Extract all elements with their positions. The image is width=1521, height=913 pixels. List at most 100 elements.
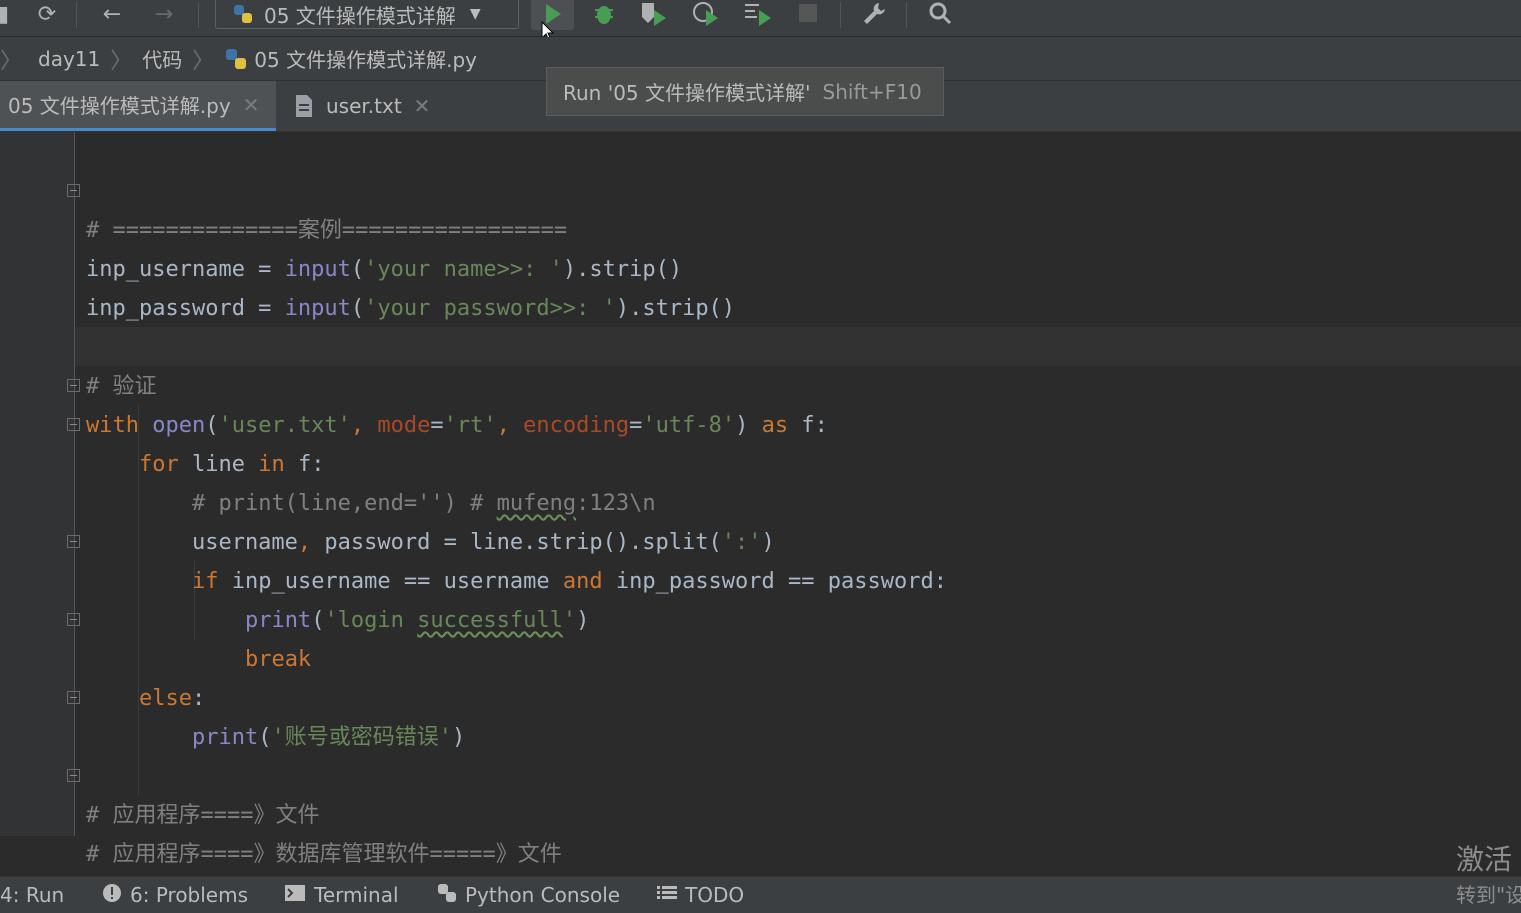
todo-tool-button[interactable]: TODO: [657, 877, 744, 913]
code-token: (: [350, 296, 365, 321]
activation-watermark: 激活: [1456, 843, 1513, 876]
code-token: (: [205, 413, 219, 438]
code-line[interactable]: # 验证: [86, 367, 157, 406]
code-token: f:: [801, 413, 828, 438]
fold-marker[interactable]: [67, 184, 80, 197]
code-line[interactable]: inp_password = input('your password>>: '…: [86, 289, 735, 328]
code-line[interactable]: for line in f:: [86, 445, 324, 484]
toolbar-separator: [198, 2, 199, 28]
code-token: and: [562, 569, 616, 594]
run-concurrency-icon[interactable]: [742, 0, 774, 28]
code-token: (: [350, 257, 365, 282]
breadcrumb-separator: 〉: [0, 48, 23, 74]
forward-arrow-icon[interactable]: →: [148, 0, 180, 28]
fold-marker[interactable]: [67, 613, 80, 626]
code-line[interactable]: inp_username = input('your name>>: ').st…: [86, 250, 682, 289]
code-line[interactable]: print('login successfull'): [86, 601, 589, 640]
code-token: (: [258, 725, 272, 750]
run-tool-button[interactable]: 4: Run: [0, 877, 64, 913]
code-token: print: [191, 725, 259, 750]
code-token: else: [138, 686, 192, 711]
code-line[interactable]: # ==============案例=================: [86, 211, 567, 250]
fold-marker[interactable]: [67, 379, 80, 392]
terminal-tool-button[interactable]: Terminal: [284, 877, 399, 913]
sync-icon[interactable]: ⟳: [32, 0, 62, 28]
search-icon[interactable]: [924, 0, 956, 28]
code-line[interactable]: with open('user.txt', mode='rt', encodin…: [86, 406, 828, 445]
code-token: # 应用程序====》数据库管理软件=====》文件: [86, 842, 562, 867]
code-token: ,: [350, 413, 378, 438]
tab-label: user.txt: [326, 94, 402, 118]
list-icon: [657, 885, 677, 906]
wrench-icon[interactable]: [858, 0, 890, 28]
code-token: mode: [377, 413, 431, 438]
fold-marker[interactable]: [67, 418, 80, 431]
fold-marker[interactable]: [67, 535, 80, 548]
code-line[interactable]: break: [86, 640, 311, 679]
code-line[interactable]: else:: [86, 679, 205, 718]
editor-gutter: [0, 132, 75, 836]
code-token: password = line.strip().split(: [324, 530, 722, 555]
code-line[interactable]: # 应用程序====》数据库管理软件=====》文件: [86, 835, 562, 874]
code-token: (: [311, 608, 325, 633]
code-token: encoding: [523, 413, 630, 438]
save-icon[interactable]: ▮: [0, 0, 10, 28]
code-line[interactable]: # 应用程序====》文件: [86, 796, 319, 835]
bottom-item-label: 6: Problems: [130, 883, 249, 907]
python-icon: [437, 883, 457, 908]
run-configuration-dropdown[interactable]: 05 文件操作模式详解 ▼: [215, 0, 519, 29]
code-token: =: [629, 413, 643, 438]
code-token: 'your password>>: ': [364, 296, 616, 321]
code-line[interactable]: # print(line,end='') # mufeng:123\n: [86, 484, 656, 523]
tab-user-txt[interactable]: user.txt ✕: [294, 81, 444, 131]
problems-tool-button[interactable]: 6: Problems: [102, 877, 248, 913]
code-line[interactable]: if inp_username == username and inp_pass…: [86, 562, 947, 601]
tab-05-file-modes[interactable]: 05 文件操作模式详解.py ✕: [0, 81, 276, 131]
code-token: inp_username == username: [231, 569, 563, 594]
breadcrumb-item-file[interactable]: 05 文件操作模式详解.py: [254, 44, 477, 73]
fold-marker[interactable]: [67, 769, 80, 782]
tooltip-shortcut: Shift+F10: [822, 79, 922, 104]
code-token: as: [761, 413, 802, 438]
code-token: :123\n: [576, 491, 656, 516]
code-token: username: [86, 530, 298, 555]
coverage-icon[interactable]: [638, 0, 670, 28]
close-icon[interactable]: ✕: [414, 94, 431, 118]
code-token: with: [86, 413, 153, 438]
code-editor[interactable]: # ==============案例================= inp_u…: [0, 132, 1521, 867]
toolbar-separator: [906, 2, 907, 28]
code-token: ,: [297, 530, 325, 555]
code-line[interactable]: print('账号或密码错误'): [86, 718, 465, 757]
tooltip-text: Run '05 文件操作模式详解': [563, 81, 811, 105]
fold-marker[interactable]: [67, 691, 80, 704]
code-token: print: [244, 608, 312, 633]
code-token: f:: [297, 452, 325, 477]
breadcrumb-item-code[interactable]: 代码: [142, 44, 182, 73]
text-file-icon: [294, 94, 314, 118]
python-file-icon: [224, 47, 248, 71]
code-token: input: [284, 296, 351, 321]
run-configuration-label: 05 文件操作模式详解: [264, 3, 456, 28]
breadcrumb-item-day11[interactable]: day11: [38, 47, 100, 71]
bottom-item-label: TODO: [685, 883, 745, 907]
code-token: for: [138, 452, 192, 477]
code-token: 'rt': [443, 413, 497, 438]
debug-icon[interactable]: [588, 0, 620, 28]
close-icon[interactable]: ✕: [243, 93, 260, 117]
toolbar-separator: [76, 2, 77, 28]
code-token: # print(line,end='') #: [191, 491, 497, 516]
code-token: ): [735, 413, 762, 438]
main-toolbar: ▮ ⟳ ← → 05 文件操作模式详解 ▼: [0, 0, 1521, 37]
code-token: ): [576, 608, 590, 633]
profile-icon[interactable]: [690, 0, 722, 28]
python-console-tool-button[interactable]: Python Console: [437, 877, 620, 913]
stop-icon[interactable]: [794, 0, 822, 28]
code-token: ).strip(): [562, 257, 683, 282]
code-line[interactable]: username, password = line.strip().split(…: [86, 523, 775, 562]
code-token: mufeng: [496, 491, 577, 516]
tool-window-bar: 4: Run 6: Problems Terminal Python Conso…: [0, 876, 1521, 913]
back-arrow-icon[interactable]: ←: [96, 0, 128, 28]
